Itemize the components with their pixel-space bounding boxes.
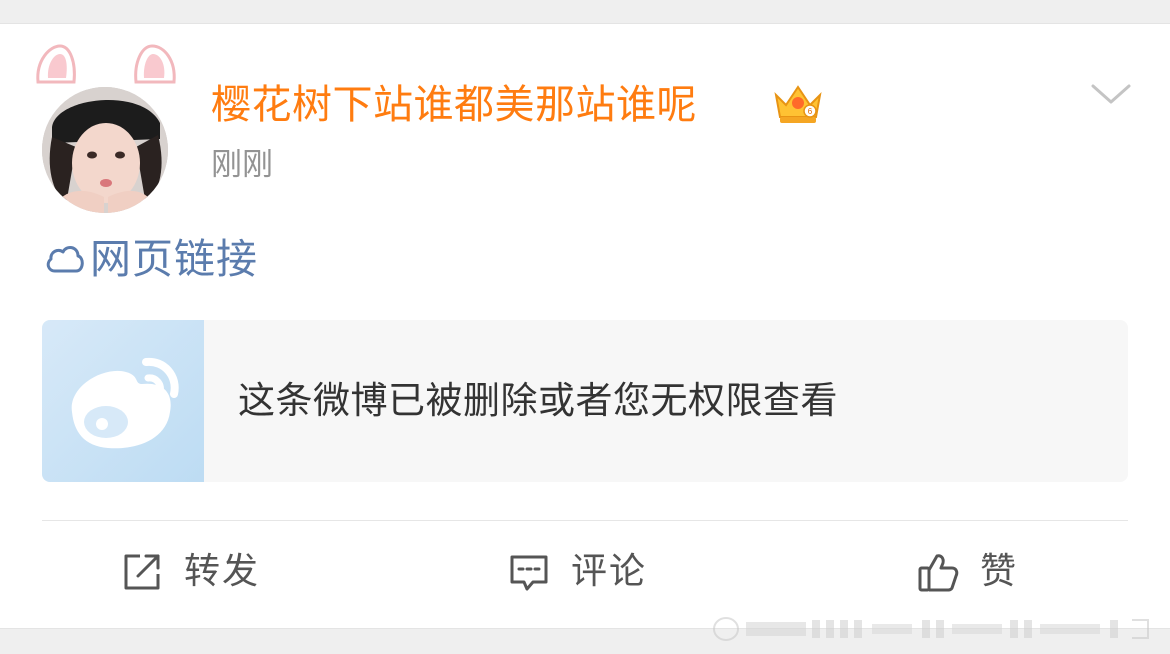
svg-text:6: 6: [808, 107, 813, 116]
comment-button[interactable]: 评论: [507, 542, 647, 602]
deleted-post-text: 这条微博已被删除或者您无权限查看: [238, 379, 838, 422]
avatar-photo: [42, 87, 168, 213]
thumbs-up-icon: [918, 554, 959, 592]
weibo-logo-icon: [71, 357, 179, 449]
cloud-link-icon: [46, 246, 84, 273]
comment-icon: [510, 555, 548, 591]
like-label: 赞: [980, 551, 1019, 592]
avatar-frame[interactable]: [30, 42, 180, 213]
feed-gap-top: [0, 0, 1170, 24]
chevron-down-icon[interactable]: [1090, 80, 1132, 110]
weibo-post-card: 樱花树下站谁都美那站谁呢 6 刚刚 网页链接 这条微博已被删除或者您无权限查看 …: [0, 24, 1170, 628]
avatar[interactable]: [42, 87, 168, 213]
author-name[interactable]: 樱花树下站谁都美那站谁呢: [211, 79, 697, 131]
web-link[interactable]: 网页链接: [44, 231, 258, 287]
repost-icon: [124, 554, 160, 590]
deleted-post-thumbnail: [42, 320, 204, 482]
repost-label: 转发: [184, 551, 261, 592]
deleted-post-notice[interactable]: 这条微博已被删除或者您无权限查看: [42, 320, 1128, 482]
web-link-label: 网页链接: [90, 235, 258, 283]
post-timestamp: 刚刚: [211, 147, 273, 183]
action-bar-divider: [42, 520, 1128, 521]
watermark-logo: [713, 617, 1149, 641]
crown-badge-icon[interactable]: 6: [770, 81, 826, 127]
repost-button[interactable]: 转发: [120, 542, 260, 602]
like-button[interactable]: 赞: [916, 542, 1018, 602]
comment-label: 评论: [571, 551, 648, 592]
